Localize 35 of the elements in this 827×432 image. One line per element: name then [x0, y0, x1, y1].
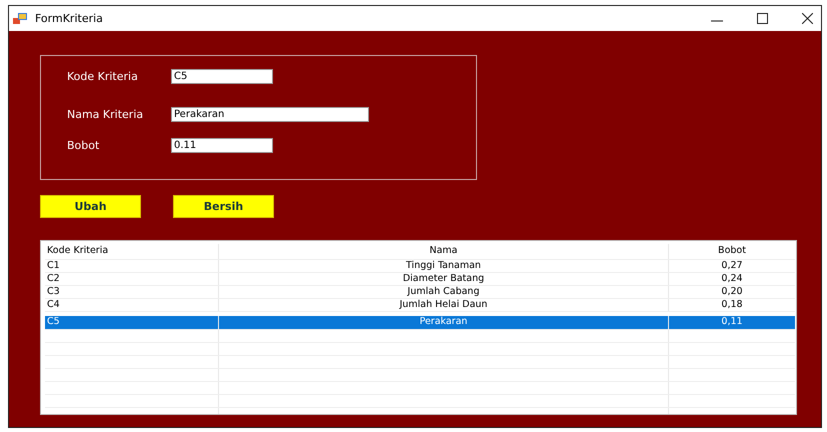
table-cell: C5: [45, 316, 219, 329]
table-cell: Jumlah Cabang: [219, 286, 669, 298]
table-cell: C3: [45, 286, 219, 298]
input-field[interactable]: Perakaran: [171, 106, 369, 122]
edit-button[interactable]: Ubah: [40, 195, 141, 218]
field-label: Nama Kriteria: [67, 108, 144, 120]
app-icon: [13, 12, 27, 24]
column-header[interactable]: Bobot: [669, 244, 795, 259]
table-cell: Diameter Batang: [219, 273, 669, 285]
table-row[interactable]: C1 Tinggi Tanaman 0,27: [45, 260, 795, 273]
column-header[interactable]: Kode Kriteria: [45, 244, 219, 259]
window-title: FormKriteria: [35, 12, 103, 25]
table-row[interactable]: C2 Diameter Batang 0,24: [45, 273, 795, 286]
column-header[interactable]: Nama: [219, 244, 669, 259]
table-cell: C1: [45, 260, 219, 272]
table-row[interactable]: C4 Jumlah Helai Daun 0,18: [45, 299, 795, 312]
field-label: Kode Kriteria: [67, 70, 139, 82]
close-icon[interactable]: [802, 13, 813, 24]
table-cell: C2: [45, 273, 219, 285]
table-cell-text: 0,20: [720, 286, 744, 298]
table-cell: Jumlah Helai Daun: [219, 299, 669, 311]
table-cell-text: 0,11: [720, 316, 744, 329]
table-cell: Tinggi Tanaman: [219, 260, 669, 272]
clear-button[interactable]: Bersih: [173, 195, 274, 218]
input-field[interactable]: C5: [171, 68, 273, 84]
field-label: Bobot: [67, 138, 100, 152]
input-field[interactable]: 0.11: [171, 138, 273, 152]
table-cell-text: 0,27: [720, 260, 744, 272]
table-cell-text: 0,24: [720, 273, 744, 285]
table-cell: C4: [45, 299, 219, 311]
table-row[interactable]: C3 Jumlah Cabang 0,20: [45, 286, 795, 299]
table-cell: Perakaran: [219, 316, 669, 329]
maximize-icon[interactable]: [757, 13, 768, 24]
table-cell-text: 0,18: [720, 299, 744, 311]
table-row[interactable]: C5 Perakaran 0,11: [45, 316, 795, 330]
